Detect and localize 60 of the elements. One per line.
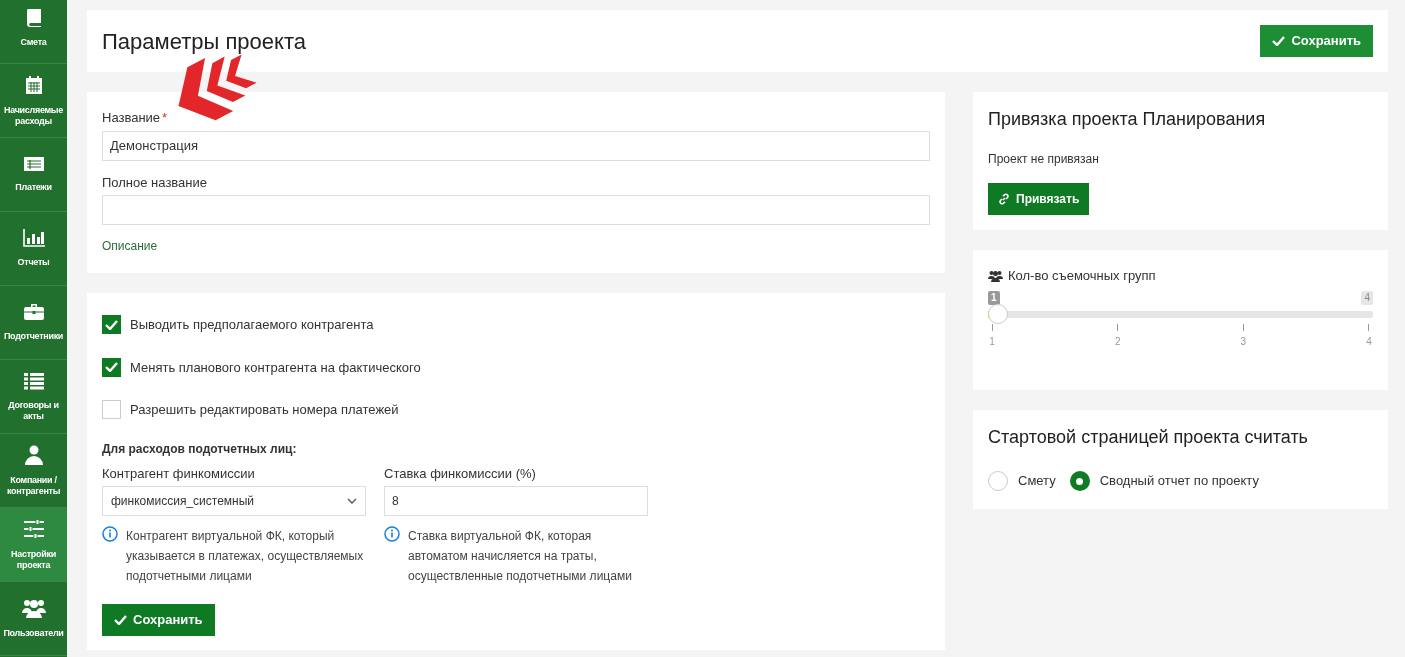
field-label: Название [102, 109, 161, 127]
dropdown[interactable]: финкомиссия_системный [102, 486, 366, 516]
radio-button[interactable] [1069, 471, 1090, 491]
list-icon [22, 371, 45, 390]
hint-text: Контрагент виртуальной ФК, который указывается в платежах, осуществляемых подотчетными лицами [126, 528, 365, 585]
user-icon [24, 444, 43, 465]
link-icon [998, 193, 1010, 205]
checkbox[interactable] [102, 315, 121, 335]
radio-label: Сводный отчет по проекту [1099, 472, 1259, 491]
tick-label: 1 [989, 334, 995, 349]
checkbox-label: Выводить предполагаемого контрагента [130, 316, 374, 334]
check-icon [105, 319, 118, 330]
tick-label: 4 [1366, 334, 1372, 349]
tick-mark [1117, 323, 1119, 331]
field-label: Контрагент финкомиссии [102, 464, 256, 483]
check-icon [114, 615, 127, 625]
description-link[interactable]: Описание [102, 237, 158, 255]
checkbox-label: Разрешить редактировать номера платежей [130, 401, 399, 419]
checkbox[interactable] [102, 357, 121, 377]
section-title: Для расходов подотчетных лиц: [102, 440, 298, 458]
input-field[interactable]: Демонстрация [102, 130, 930, 161]
tick-mark [991, 323, 993, 331]
bar-chart-icon [22, 229, 45, 247]
status-text: Проект не привязан [988, 151, 1100, 168]
input-field[interactable]: 8 [384, 486, 648, 516]
field-label: Ставка финкомиссии (%) [384, 464, 537, 483]
card-title: Привязка проекта Планирования [988, 108, 1267, 131]
tick-label: 3 [1240, 334, 1247, 349]
required-mark: * [162, 109, 168, 127]
card-title: Стартовой страницей проекта считать [988, 426, 1309, 449]
briefcase-icon [22, 303, 45, 321]
slider-handle[interactable] [988, 303, 1008, 324]
sidebar-item[interactable]: Настройки проекта [0, 508, 67, 582]
calendar-icon [23, 74, 44, 95]
field-label: Полное название [102, 173, 208, 192]
info-icon [384, 526, 400, 542]
tick-label: 2 [1114, 334, 1121, 349]
checkbox[interactable] [102, 400, 121, 420]
bind-button[interactable]: Привязать [988, 183, 1090, 215]
tick-mark [1368, 323, 1370, 331]
users-icon [21, 598, 46, 618]
users-icon [988, 269, 1003, 282]
radio-button[interactable] [988, 471, 1008, 491]
check-icon [1272, 36, 1286, 46]
checkbox-label: Менять планового контрагента на фактического [130, 358, 421, 377]
hint-text: Ставка виртуальной ФК, которая автоматом начисляется на траты, осуществленные подотчетными лицами [408, 528, 633, 585]
value-badge: 1 [988, 290, 1000, 305]
table-icon [22, 156, 45, 172]
save-button[interactable]: Сохранить [1260, 25, 1373, 57]
save-button[interactable]: Сохранить [102, 604, 215, 636]
max-badge: 4 [1361, 290, 1373, 305]
input-field[interactable] [102, 195, 930, 225]
check-icon [105, 362, 118, 373]
slider-label: Кол-во съемочных групп [1008, 267, 1156, 285]
info-icon [102, 526, 118, 542]
tick-mark [1242, 323, 1244, 331]
radio-label: Смету [1018, 472, 1056, 491]
sliders-icon [22, 518, 45, 539]
chevron-down-icon [347, 498, 357, 504]
page-title: Параметры проекта [102, 27, 306, 56]
